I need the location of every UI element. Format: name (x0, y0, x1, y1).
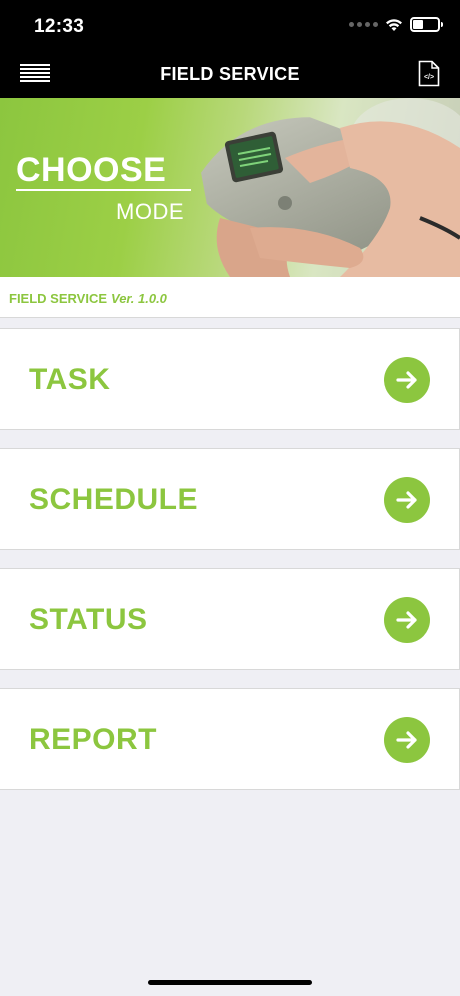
hero-title-mode: MODE (116, 199, 184, 224)
mode-label: SCHEDULE (29, 483, 199, 516)
hero-divider (16, 189, 191, 191)
cellular-signal-icon (349, 22, 378, 27)
nav-bar: FIELD SERVICE </> (0, 50, 460, 98)
mode-card-report[interactable]: REPORT (0, 688, 460, 790)
hero-banner: CHOOSE MODE (0, 98, 460, 277)
arrow-right-icon[interactable] (384, 357, 430, 403)
handheld-device-image (201, 98, 460, 277)
battery-icon (410, 17, 443, 32)
mode-card-schedule[interactable]: SCHEDULE (0, 448, 460, 550)
hero-title-choose: CHOOSE (16, 151, 167, 189)
svg-text:</>: </> (424, 74, 434, 81)
arrow-right-icon[interactable] (384, 597, 430, 643)
mode-card-status[interactable]: STATUS (0, 568, 460, 670)
status-time: 12:33 (34, 16, 85, 37)
version-bar: FIELD SERVICE Ver. 1.0.0 (0, 277, 460, 318)
mode-card-task[interactable]: TASK (0, 328, 460, 430)
version-label: Ver. 1.0.0 (111, 291, 167, 306)
mode-label: STATUS (29, 603, 148, 636)
mode-label: TASK (29, 363, 111, 396)
arrow-right-icon[interactable] (384, 717, 430, 763)
app-name-label: FIELD SERVICE (9, 291, 108, 306)
mode-label: REPORT (29, 723, 158, 756)
code-document-icon[interactable]: </> (418, 60, 440, 87)
status-bar: 12:33 (0, 0, 460, 50)
wifi-icon (386, 18, 402, 31)
status-indicators (349, 17, 443, 32)
arrow-right-icon[interactable] (384, 477, 430, 523)
home-indicator[interactable] (148, 980, 312, 985)
page-title: FIELD SERVICE (160, 64, 300, 84)
